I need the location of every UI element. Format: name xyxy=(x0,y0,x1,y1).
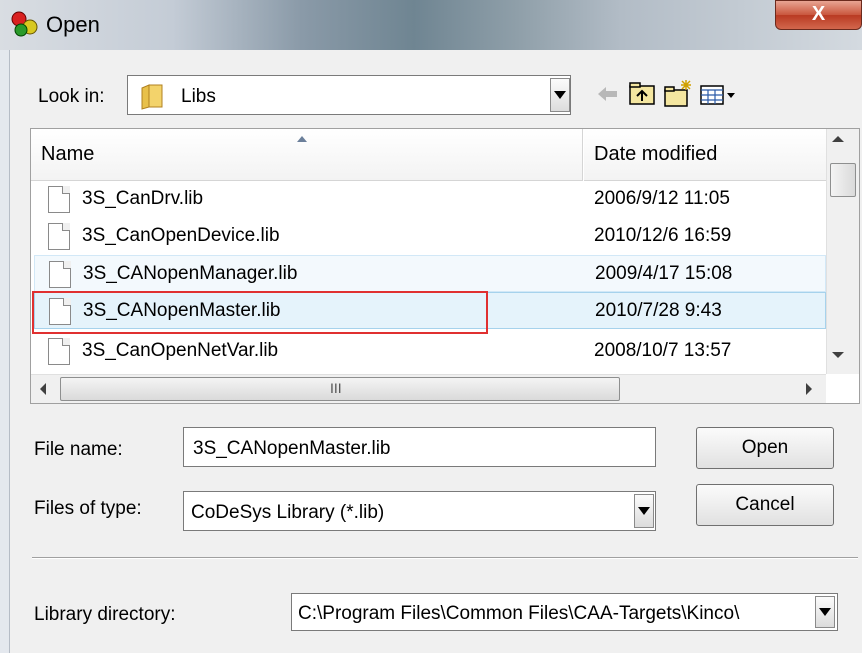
chevron-down-icon xyxy=(819,608,831,616)
scroll-left-arrow-icon[interactable] xyxy=(40,383,46,395)
cancel-button[interactable]: Cancel xyxy=(696,484,834,526)
files-of-type-combo[interactable]: CoDeSys Library (*.lib) xyxy=(183,491,656,531)
chevron-down-icon xyxy=(554,91,566,99)
scroll-up-arrow-icon[interactable] xyxy=(832,136,844,142)
files-of-type-value: CoDeSys Library (*.lib) xyxy=(191,502,385,523)
column-header-date-label: Date modified xyxy=(594,143,718,165)
scroll-down-arrow-icon[interactable] xyxy=(832,352,844,358)
file-icon xyxy=(48,338,70,365)
list-item[interactable]: 3S_CanOpenDevice.lib 2010/12/6 16:59 xyxy=(34,218,826,255)
library-directory-dropdown-button[interactable] xyxy=(815,596,835,628)
file-icon xyxy=(48,223,70,250)
back-arrow-icon[interactable] xyxy=(592,78,622,110)
list-item[interactable]: 3S_CANopenManager.lib 2009/4/17 15:08 xyxy=(34,255,826,292)
file-date: 2006/9/12 11:05 xyxy=(594,188,730,209)
file-name-value: 3S_CANopenMaster.lib xyxy=(193,438,391,459)
window-title: Open xyxy=(46,12,100,37)
library-directory-value: C:\Program Files\Common Files\CAA-Target… xyxy=(298,603,740,624)
scroll-grip: III xyxy=(330,380,342,396)
scroll-right-arrow-icon[interactable] xyxy=(806,383,812,395)
file-icon xyxy=(48,186,70,213)
file-date: 2009/4/17 15:08 xyxy=(595,263,733,284)
file-name: 3S_CanOpenDevice.lib xyxy=(82,225,280,246)
window-frame xyxy=(0,50,10,653)
list-item[interactable]: 3S_CanDrv.lib 2006/9/12 11:05 xyxy=(34,181,826,218)
column-header-name[interactable]: Name xyxy=(31,129,583,181)
list-item[interactable]: 3S_CanOpenNetVar.lib 2008/10/7 13:57 xyxy=(34,333,826,370)
view-menu-icon[interactable] xyxy=(698,78,740,110)
file-date: 2010/12/6 16:59 xyxy=(594,225,732,246)
look-in-dropdown-button[interactable] xyxy=(550,78,570,112)
folder-icon xyxy=(141,84,163,110)
file-name: 3S_CanOpenNetVar.lib xyxy=(82,340,279,361)
file-name-label: File name: xyxy=(34,439,123,460)
file-icon xyxy=(49,261,71,288)
open-app-icon xyxy=(11,11,38,37)
look-in-value: Libs xyxy=(181,86,216,107)
annotation-highlight-box xyxy=(32,291,488,334)
look-in-label: Look in: xyxy=(38,86,105,107)
file-name: 3S_CanDrv.lib xyxy=(82,188,204,209)
separator xyxy=(32,557,858,559)
new-folder-icon[interactable] xyxy=(662,78,694,110)
sort-ascending-icon xyxy=(297,136,307,142)
column-header-date[interactable]: Date modified xyxy=(584,129,826,181)
vertical-scroll-thumb[interactable] xyxy=(830,163,856,197)
file-date: 2008/10/7 13:57 xyxy=(594,340,732,361)
chevron-down-icon xyxy=(638,507,650,515)
file-name: 3S_CANopenManager.lib xyxy=(83,263,298,284)
library-directory-combo[interactable]: C:\Program Files\Common Files\CAA-Target… xyxy=(291,593,838,631)
close-button[interactable]: X xyxy=(775,0,862,30)
library-directory-label: Library directory: xyxy=(34,604,176,625)
column-header-name-label: Name xyxy=(41,143,95,165)
file-date: 2010/7/28 9:43 xyxy=(595,300,722,321)
file-name-input[interactable]: 3S_CANopenMaster.lib xyxy=(183,427,656,467)
files-of-type-dropdown-button[interactable] xyxy=(634,494,654,528)
open-button[interactable]: Open xyxy=(696,427,834,469)
title-bar[interactable] xyxy=(0,0,862,50)
up-folder-icon[interactable] xyxy=(626,78,658,110)
files-of-type-label: Files of type: xyxy=(34,498,142,519)
